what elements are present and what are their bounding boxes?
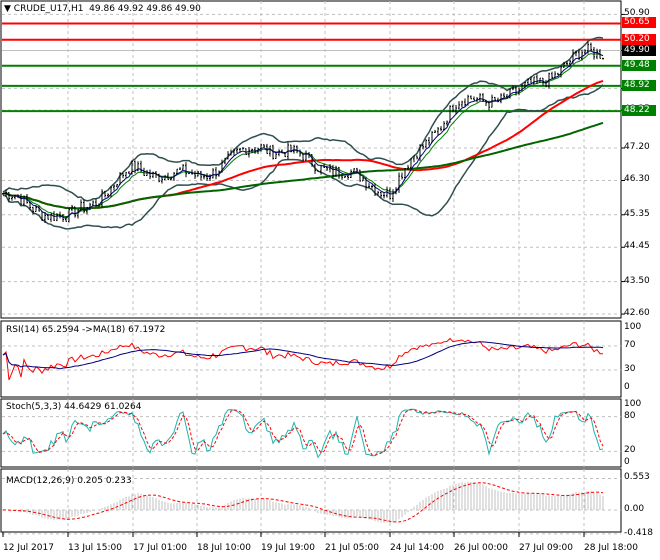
- price-level-tag: 49.90: [622, 44, 656, 56]
- stoch-tick-label: 0: [624, 457, 630, 467]
- price-tick-label: 43.50: [624, 275, 650, 286]
- time-axis-label: 12 Jul 2017: [3, 543, 54, 553]
- dropdown-triangle-icon[interactable]: ▼: [4, 4, 11, 14]
- ohlc-values: 49.86 49.92 49.86 49.90: [89, 4, 201, 14]
- price-level-tag: 48.92: [622, 79, 656, 91]
- time-axis-label: 28 Jul 18:00: [584, 543, 638, 553]
- stoch-label: Stoch(5,3,3) 44.6429 61.0264: [6, 402, 142, 412]
- macd-tick-label: 0.00: [624, 504, 645, 514]
- time-axis-label: 17 Jul 01:00: [133, 543, 187, 553]
- stoch-tick-label: 80: [624, 410, 636, 421]
- time-axis-label: 13 Jul 15:00: [68, 543, 122, 553]
- rsi-tick-label: 0: [624, 382, 630, 392]
- rsi-tick-label: 100: [624, 322, 642, 332]
- time-axis-label: 27 Jul 09:00: [519, 543, 573, 553]
- price-tick-label: 47.20: [624, 142, 650, 152]
- macd-tick-label: -0.418: [624, 527, 654, 538]
- price-level-tag: 50.65: [622, 17, 656, 29]
- symbol-label: CRUDE_U17,H1: [13, 4, 84, 14]
- price-level-tag: 49.48: [622, 59, 656, 71]
- price-level-tag: 50.20: [622, 33, 656, 45]
- time-axis-label: 24 Jul 14:00: [390, 543, 444, 553]
- price-tick-label: 46.30: [624, 174, 650, 185]
- stoch-tick-label: 100: [624, 399, 642, 409]
- main-panel: [0, 0, 622, 319]
- symbol-header[interactable]: ▼ CRUDE_U17,H1 49.86 49.92 49.86 49.90: [4, 4, 201, 14]
- time-axis-label: 19 Jul 19:00: [261, 543, 315, 553]
- rsi-label: RSI(14) 65.2594 ->MA(18) 67.1972: [6, 325, 166, 335]
- time-axis-label: 18 Jul 10:00: [197, 543, 251, 553]
- price-tick-label: 45.35: [624, 208, 650, 219]
- price-level-tag: 48.22: [622, 105, 656, 117]
- rsi-tick-label: 30: [624, 364, 636, 374]
- stoch-tick-label: 20: [624, 445, 636, 456]
- rsi-tick-label: 70: [624, 340, 636, 350]
- macd-tick-label: 0.553: [624, 472, 650, 483]
- time-axis-label: 21 Jul 05:00: [325, 543, 379, 553]
- macd-label: MACD(12,26,9) 0.205 0.233: [6, 476, 132, 486]
- time-axis-label: 26 Jul 00:00: [454, 543, 508, 553]
- price-tick-label: 44.45: [624, 241, 650, 252]
- price-tick-label: 42.60: [624, 308, 650, 319]
